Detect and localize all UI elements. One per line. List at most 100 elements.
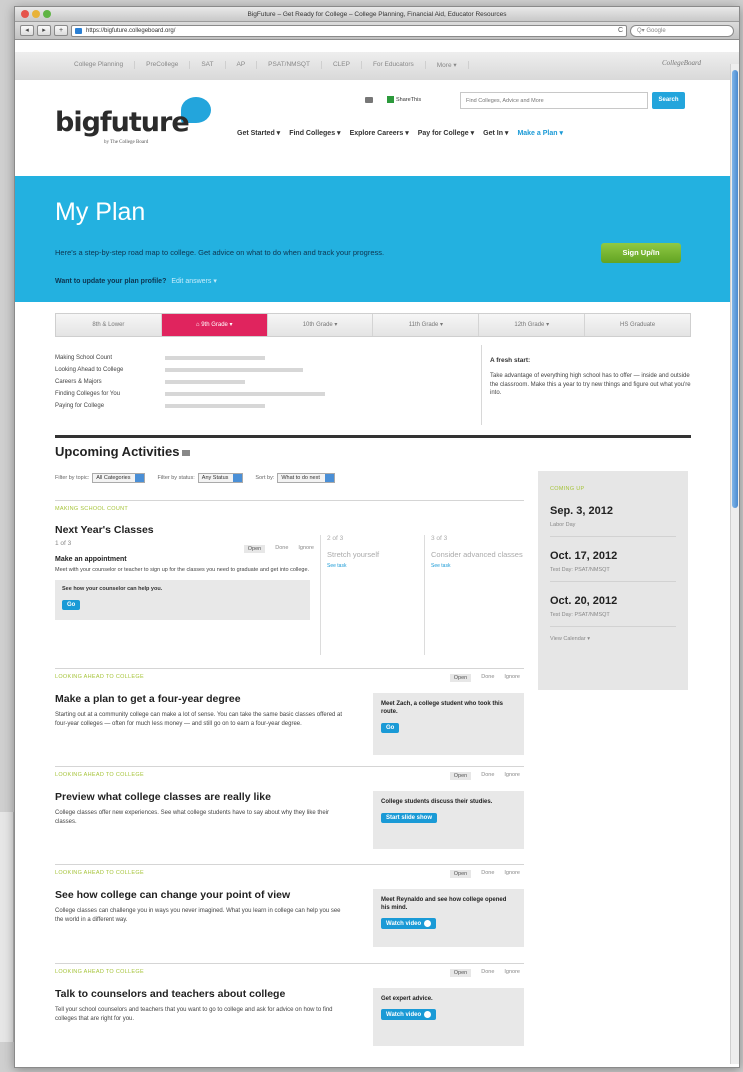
activity-side-box: Meet Reynaldo and see how college opened… — [373, 889, 524, 947]
minimize-icon[interactable] — [32, 10, 40, 18]
browser-search-field[interactable]: Q▾ Google — [630, 24, 734, 37]
coming-up-panel: COMING UP Sep. 3, 2012 Labor Day Oct. 17, … — [538, 471, 688, 690]
collegeboard-bar: College Planning PreCollege SAT AP PSAT/NMSQ… — [15, 52, 739, 80]
filter-topic-label: Filter by topic: — [55, 475, 90, 481]
grade-tab[interactable]: HS Graduate — [585, 314, 690, 336]
activity-description: College classes can challenge you in way… — [55, 908, 341, 923]
open-radio[interactable]: Open — [449, 674, 472, 682]
collegeboard-link[interactable]: PSAT/NMSQT — [257, 61, 322, 69]
step-3-column: 3 of 3 Consider advanced classes See tas… — [424, 535, 526, 655]
edit-answers-link[interactable]: Edit answers ▾ — [171, 278, 217, 285]
filter-topic-select[interactable]: All Categories — [92, 473, 146, 483]
add-bookmark-button[interactable]: + — [54, 25, 68, 36]
collegeboard-link[interactable]: CLEP — [322, 61, 362, 69]
nav-item-make-a-plan[interactable]: Make a Plan ▾ — [517, 129, 563, 137]
done-radio[interactable]: Done — [481, 870, 494, 878]
update-profile: Want to update your plan profile? Edit a… — [55, 277, 217, 285]
collegeboard-logo[interactable]: CollegeBoard — [662, 59, 701, 67]
done-radio[interactable]: Done — [275, 545, 288, 553]
progress-row: Careers & Majors — [55, 376, 465, 388]
nav-item[interactable]: Get In ▾ — [483, 129, 508, 137]
activity-side-box: Meet Zach, a college student who took th… — [373, 693, 524, 755]
progress-label: Looking Ahead to College — [55, 367, 124, 373]
progress-label: Careers & Majors — [55, 379, 102, 385]
progress-bar — [165, 404, 265, 408]
ignore-radio[interactable]: Ignore — [504, 674, 520, 682]
step-2-counter: 2 of 3 — [327, 535, 344, 542]
ignore-radio[interactable]: Ignore — [504, 772, 520, 780]
forward-button[interactable]: ▸ — [37, 25, 51, 36]
side-box-text: College students discuss their studies. — [381, 799, 493, 805]
window-title: BigFuture – Get Ready for College – Coll… — [247, 11, 507, 18]
progress-bar — [165, 368, 303, 372]
zoom-icon[interactable] — [43, 10, 51, 18]
progress-label: Making School Count — [55, 355, 113, 361]
collegeboard-link[interactable]: More ▾ — [426, 61, 469, 69]
print-icon[interactable] — [182, 449, 191, 456]
reload-icon[interactable]: C — [618, 26, 623, 36]
status-radios: Open Done Ignore — [449, 772, 520, 780]
collegeboard-link[interactable]: PreCollege — [135, 61, 191, 69]
print-icon[interactable] — [365, 97, 373, 103]
calendar-event[interactable]: Sep. 3, 2012 Labor Day — [550, 492, 676, 537]
search-button[interactable]: Search — [652, 92, 685, 109]
open-radio[interactable]: Open — [243, 545, 266, 553]
button-label: Go — [386, 725, 395, 731]
ignore-radio[interactable]: Ignore — [298, 545, 314, 553]
grade-tab[interactable]: ⌂ 9th Grade ▾ — [161, 314, 268, 336]
nav-item[interactable]: Find Colleges ▾ — [289, 129, 340, 137]
ignore-radio[interactable]: Ignore — [504, 969, 520, 977]
sign-up-button[interactable]: Sign Up/In — [601, 243, 681, 263]
start-slide-show-button[interactable]: Start slide show — [381, 813, 438, 823]
done-radio[interactable]: Done — [481, 674, 494, 682]
window-controls[interactable] — [21, 10, 51, 18]
grade-tab[interactable]: 11th Grade ▾ — [373, 314, 480, 336]
collegeboard-link[interactable]: AP — [226, 61, 258, 69]
category-label: MAKING SCHOOL COUNT — [55, 506, 129, 512]
button-label: Watch video — [386, 921, 422, 928]
bigfuture-logo[interactable]: bigfuture — [55, 107, 190, 138]
view-calendar-link[interactable]: View Calendar ▾ — [550, 636, 676, 642]
open-radio[interactable]: Open — [449, 772, 472, 780]
calendar-event[interactable]: Oct. 20, 2012 Test Day: PSAT/NMSQT — [550, 582, 676, 627]
open-radio[interactable]: Open — [449, 969, 472, 977]
calendar-event[interactable]: Oct. 17, 2012 Test Day: PSAT/NMSQT — [550, 537, 676, 582]
done-radio[interactable]: Done — [481, 772, 494, 780]
close-icon[interactable] — [21, 10, 29, 18]
grade-tab[interactable]: 10th Grade ▾ — [268, 314, 374, 336]
nav-item[interactable]: Explore Careers ▾ — [350, 129, 409, 137]
share-button[interactable]: ShareThis — [387, 96, 421, 103]
address-bar[interactable]: https://bigfuture.collegeboard.org/ C — [71, 24, 627, 37]
nav-item[interactable]: Pay for College ▾ — [418, 129, 474, 137]
nav-item[interactable]: Get Started ▾ — [237, 129, 280, 137]
site-search-input[interactable] — [460, 92, 648, 109]
watch-video-button[interactable]: Watch video — [381, 1009, 437, 1021]
back-button[interactable]: ◂ — [20, 25, 34, 36]
grade-tab[interactable]: 8th & Lower — [56, 314, 162, 336]
go-button[interactable]: Go — [62, 600, 81, 610]
see-task-link[interactable]: See task — [431, 563, 526, 569]
grade-tab[interactable]: 12th Grade ▾ — [479, 314, 586, 336]
hero-description: Here's a step-by-step road map to colleg… — [55, 248, 385, 257]
filter-status-select[interactable]: Any Status — [197, 473, 244, 483]
collegeboard-link[interactable]: For Educators — [362, 61, 426, 69]
go-button[interactable]: Go — [381, 723, 400, 733]
scrollbar-thumb[interactable] — [732, 70, 738, 508]
scrollbar[interactable] — [730, 64, 739, 1064]
open-radio[interactable]: Open — [449, 870, 472, 878]
collegeboard-link[interactable]: SAT — [190, 61, 226, 69]
counselor-box-text: See how your counselor can help you. — [62, 586, 163, 592]
sort-select[interactable]: What to do next — [277, 473, 335, 483]
grade-tabs: 8th & Lower ⌂ 9th Grade ▾ 10th Grade ▾ 11th… — [55, 313, 691, 337]
progress-bar — [165, 392, 325, 396]
ignore-radio[interactable]: Ignore — [504, 870, 520, 878]
collegeboard-link[interactable]: College Planning — [63, 61, 136, 69]
activity-description: Tell your school counselors and teachers… — [55, 1007, 333, 1022]
watch-video-button[interactable]: Watch video — [381, 918, 437, 930]
play-icon — [424, 1011, 432, 1018]
see-task-link[interactable]: See task — [327, 563, 422, 569]
activity-side-box: College students discuss their studies. S… — [373, 791, 524, 849]
done-radio[interactable]: Done — [481, 969, 494, 977]
sort-label: Sort by: — [255, 475, 275, 481]
progress-row: Paying for College — [55, 400, 465, 412]
